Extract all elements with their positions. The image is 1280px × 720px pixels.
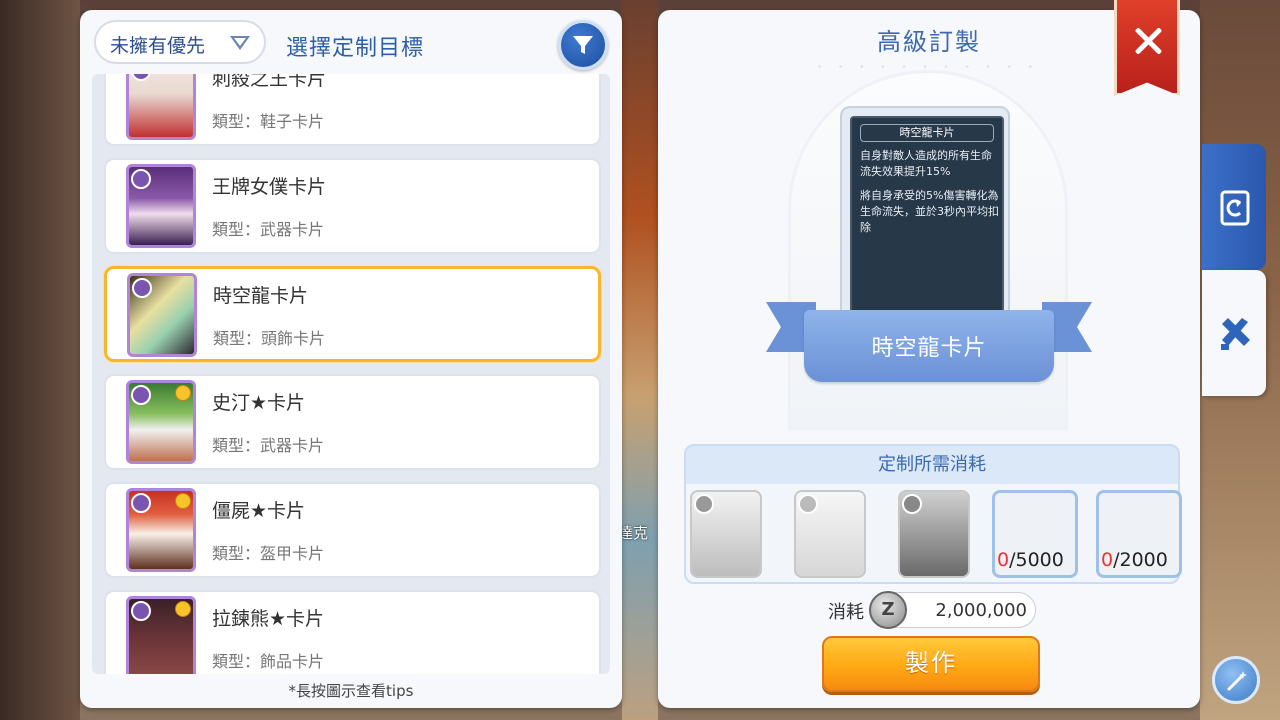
- material-card-slot[interactable]: [794, 490, 866, 578]
- card-avatar[interactable]: [126, 164, 196, 248]
- zeny-value: 2,000,000: [935, 600, 1027, 621]
- close-icon: [1133, 26, 1163, 56]
- material-card-slot[interactable]: [898, 490, 970, 578]
- list-item[interactable]: 拉鍊熊★卡片 類型：飾品卡片: [104, 590, 601, 674]
- material-item-slot[interactable]: 0/2000: [1096, 490, 1182, 578]
- list-item-selected[interactable]: 時空龍卡片 類型：頭飾卡片: [104, 266, 601, 362]
- card-avatar[interactable]: [127, 273, 197, 357]
- triangle-down-icon: [230, 36, 250, 50]
- material-item-slot[interactable]: 0/5000: [992, 490, 1078, 578]
- slot-type-icon: [131, 169, 151, 189]
- card-type: 類型：武器卡片: [212, 220, 325, 239]
- list-item[interactable]: 僵屍★卡片 類型：盔甲卡片: [104, 482, 601, 578]
- magic-wand-icon: [1227, 671, 1247, 691]
- magic-wand-button[interactable]: [1212, 656, 1260, 704]
- slot-type-icon: [131, 385, 151, 405]
- list-item[interactable]: 王牌女僕卡片 類型：武器卡片: [104, 158, 601, 254]
- funnel-icon: [573, 36, 593, 54]
- card-type: 類型：盔甲卡片: [212, 544, 325, 563]
- card-tooltip: 時空龍卡片 自身對敵人造成的所有生命流失效果提升15% 將自身承受的5%傷害轉化…: [850, 116, 1004, 322]
- card-list[interactable]: 刺殺之王卡片 類型：鞋子卡片 王牌女僕卡片 類型：武器卡片 時空龍卡片 類型：頭…: [92, 74, 610, 674]
- zeny-cost: Z 2,000,000: [869, 591, 1036, 629]
- slot-type-icon: [798, 494, 818, 514]
- card-type: 類型：飾品卡片: [212, 652, 325, 671]
- card-effect-2: 將自身承受的5%傷害轉化為生命流失，並於3秒內平均扣除: [860, 189, 999, 234]
- consume-label: 消耗: [828, 602, 864, 623]
- sort-dropdown[interactable]: 未擁有優先: [94, 20, 266, 64]
- card-effect-1: 自身對敵人造成的所有生命流失效果提升15%: [860, 149, 992, 178]
- card-name: 王牌女僕卡片: [212, 176, 327, 198]
- panel-title: 選擇定制目標: [286, 36, 425, 61]
- card-name: 僵屍★卡片: [212, 500, 306, 522]
- background-npc-name: 達克: [618, 524, 649, 542]
- advanced-crafting-panel: 高級訂製 • • • • • • • • • • • • 時空龍卡片 自身對敵人…: [658, 0, 1200, 708]
- material-card-slot[interactable]: [690, 490, 762, 578]
- card-preview[interactable]: 時空龍卡片 自身對敵人造成的所有生命流失效果提升15% 將自身承受的5%傷害轉化…: [840, 106, 1010, 326]
- card-avatar[interactable]: [126, 74, 196, 140]
- card-avatar[interactable]: [126, 380, 196, 464]
- card-avatar[interactable]: [126, 596, 196, 674]
- card-name: 時空龍卡片: [213, 285, 309, 307]
- filter-button[interactable]: [558, 20, 608, 70]
- material-count: 0/2000: [1101, 549, 1168, 571]
- sort-dropdown-label: 未擁有優先: [110, 35, 206, 57]
- star-icon: [175, 385, 191, 401]
- card-name-banner: 時空龍卡片: [871, 336, 987, 361]
- material-count: 0/5000: [997, 549, 1064, 571]
- card-name: 刺殺之王卡片: [212, 74, 327, 90]
- slot-type-icon: [902, 494, 922, 514]
- card-name-ribbon: 時空龍卡片: [804, 310, 1054, 382]
- card-name: 史汀★卡片: [212, 392, 306, 414]
- slot-type-icon: [131, 493, 151, 513]
- background-middle: [622, 0, 658, 720]
- list-item[interactable]: 史汀★卡片 類型：武器卡片: [104, 374, 601, 470]
- card-avatar[interactable]: [126, 488, 196, 572]
- card-type: 類型：鞋子卡片: [212, 112, 325, 131]
- background-left: [0, 0, 80, 720]
- close-button[interactable]: [1114, 0, 1180, 96]
- crossed-tools-icon: [1221, 318, 1250, 350]
- card-description: 自身對敵人造成的所有生命流失效果提升15% 將自身承受的5%傷害轉化為生命流失，…: [860, 148, 1000, 244]
- card-tooltip-title: 時空龍卡片: [860, 124, 994, 142]
- long-press-hint: *長按圖示查看tips: [288, 682, 414, 700]
- card-type: 類型：頭飾卡片: [213, 329, 326, 348]
- card-type: 類型：武器卡片: [212, 436, 325, 455]
- target-selection-panel: 未擁有優先 選擇定制目標 刺殺之王卡片 類型：鞋子卡片 王牌女僕卡片 類型：武器…: [80, 10, 622, 708]
- star-icon: [175, 493, 191, 509]
- cost-header: 定制所需消耗: [686, 446, 1178, 484]
- card-name: 拉鍊熊★卡片: [212, 608, 325, 630]
- crafting-cost-box: 定制所需消耗 0/5000 0/2000: [684, 444, 1182, 584]
- tab-card-customize[interactable]: [1202, 144, 1266, 270]
- tab-crafting-tools[interactable]: [1202, 270, 1266, 396]
- craft-button[interactable]: 製作: [822, 636, 1040, 692]
- slot-type-icon: [131, 601, 151, 621]
- zeny-coin-icon: Z: [869, 591, 907, 629]
- card-refresh-icon: [1220, 190, 1250, 226]
- slot-type-icon: [132, 278, 152, 298]
- list-item[interactable]: 刺殺之王卡片 類型：鞋子卡片: [104, 74, 601, 146]
- star-icon: [175, 601, 191, 617]
- slot-type-icon: [694, 494, 714, 514]
- slot-type-icon: [131, 74, 151, 81]
